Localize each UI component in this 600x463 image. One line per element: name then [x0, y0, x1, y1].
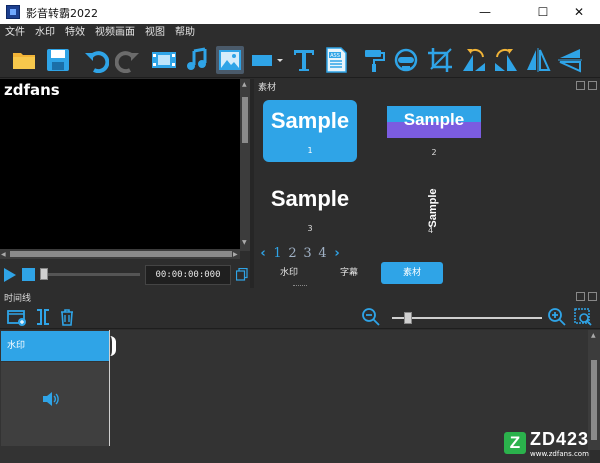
tab-subtitle[interactable]: 字幕: [318, 262, 380, 284]
sample-1-index: 1: [307, 146, 313, 155]
text-icon[interactable]: [290, 46, 318, 74]
material-pager: ‹ 1 2 3 4 ›: [256, 244, 344, 262]
redo-icon[interactable]: [114, 46, 142, 74]
preview-vertical-scroll-thumb[interactable]: [242, 97, 248, 143]
sample-1-text: Sample: [270, 108, 350, 133]
preview-horizontal-scroll-thumb[interactable]: [10, 251, 232, 257]
watermark-text: ZD423: [530, 429, 590, 449]
timecode-display: 00:00:00:000: [145, 265, 231, 285]
timeline-toolbar: [0, 305, 600, 329]
undo-icon[interactable]: [82, 46, 110, 74]
sample-3-index: 3: [307, 224, 313, 233]
playhead-line[interactable]: [109, 330, 110, 446]
save-icon[interactable]: [44, 46, 72, 74]
watermark-track-label[interactable]: 水印: [1, 331, 109, 361]
music-note-icon[interactable]: [184, 46, 212, 74]
flip-horizontal-icon[interactable]: [524, 46, 552, 74]
timeline-title: 时间线: [4, 294, 32, 304]
page-3-link[interactable]: 3: [300, 246, 315, 261]
watermark-url: www.zdfans.com: [530, 450, 589, 458]
title-bar: 影音转霸2022 — ☐ ✕: [0, 0, 600, 24]
scroll-left-icon[interactable]: ◀: [1, 251, 6, 258]
minimize-button[interactable]: —: [462, 0, 508, 24]
app-window: 影音转霸2022 — ☐ ✕ 文件 水印 特效 视频画面 视图 帮助 ASS z…: [0, 0, 600, 463]
menu-bar: 文件 水印 特效 视频画面 视图 帮助: [0, 24, 600, 42]
site-watermark: Z ZD423 www.zdfans.com: [500, 428, 600, 463]
next-page-button[interactable]: ›: [330, 246, 344, 261]
tab-material[interactable]: 素材: [381, 262, 443, 284]
mask-icon[interactable]: [392, 46, 420, 74]
preview-vertical-scrollbar[interactable]: ▲ ▼: [240, 79, 250, 251]
app-logo-icon: [6, 5, 20, 19]
material-sample-2[interactable]: Sample: [387, 106, 481, 138]
scroll-down-icon[interactable]: ▼: [242, 239, 247, 246]
menu-watermark[interactable]: 水印: [30, 24, 60, 42]
menu-help[interactable]: 帮助: [170, 24, 200, 42]
rotate-left-icon[interactable]: [460, 46, 488, 74]
scroll-up-icon[interactable]: ▲: [242, 81, 247, 88]
resize-grip[interactable]: [293, 285, 307, 287]
zoom-slider[interactable]: [392, 317, 542, 319]
menu-view[interactable]: 视图: [140, 24, 170, 42]
timeline-scroll-up-icon[interactable]: ▲: [591, 332, 596, 339]
page-2-link[interactable]: 2: [285, 246, 300, 261]
zoom-out-icon[interactable]: [362, 308, 380, 326]
seek-handle[interactable]: [40, 268, 48, 280]
sample-2-text: Sample: [403, 110, 465, 129]
seek-bar[interactable]: [40, 273, 140, 276]
material-panel-header: 素材: [254, 79, 600, 93]
rectangle-shape-icon[interactable]: [250, 46, 286, 74]
delete-icon[interactable]: [58, 308, 76, 326]
timeline-float-icon[interactable]: [576, 292, 585, 301]
panel-float-icon[interactable]: [576, 81, 585, 90]
preview-overlay-text: zdfans: [4, 81, 60, 99]
zoom-in-icon[interactable]: [548, 308, 566, 326]
subtitle-ass-icon[interactable]: ASS: [322, 46, 350, 74]
material-sample-1[interactable]: Sample 1: [263, 100, 357, 162]
preview-horizontal-scrollbar[interactable]: ◀ ▶: [0, 249, 240, 259]
open-folder-icon[interactable]: [10, 46, 38, 74]
menu-file[interactable]: 文件: [0, 24, 30, 42]
sample-2-index: 2: [431, 148, 437, 157]
page-1-link[interactable]: 1: [270, 246, 285, 261]
sample-4-index: 4: [428, 226, 434, 235]
timeline-header: 时间线: [0, 290, 600, 304]
main-toolbar: ASS: [0, 42, 600, 78]
panel-close-icon[interactable]: [588, 81, 597, 90]
page-4-link[interactable]: 4: [315, 246, 330, 261]
window-title: 影音转霸2022: [26, 7, 98, 20]
rotate-right-icon[interactable]: [492, 46, 520, 74]
video-preview[interactable]: zdfans: [0, 79, 240, 249]
add-clip-icon[interactable]: [7, 308, 27, 326]
prev-page-button[interactable]: ‹: [256, 246, 270, 261]
zoom-slider-handle[interactable]: [404, 312, 412, 324]
flip-vertical-icon[interactable]: [556, 46, 584, 74]
material-panel-title: 素材: [258, 83, 277, 93]
scroll-right-icon[interactable]: ▶: [233, 251, 238, 258]
watermark-logo: Z: [504, 432, 526, 454]
split-clip-icon[interactable]: [34, 308, 52, 326]
zoom-fit-icon[interactable]: [574, 308, 592, 326]
play-button[interactable]: [4, 268, 16, 282]
speaker-icon[interactable]: [42, 392, 60, 406]
playback-controls: 00:00:00:000: [0, 262, 250, 288]
image-icon[interactable]: [216, 46, 244, 74]
menu-video-frame[interactable]: 视频画面: [90, 24, 140, 42]
material-sample-3[interactable]: Sample: [263, 186, 357, 212]
panel-splitter[interactable]: [250, 79, 254, 288]
tab-watermark[interactable]: 水印: [258, 262, 320, 284]
close-button[interactable]: ✕: [556, 0, 600, 24]
snapshot-icon[interactable]: [236, 268, 248, 281]
paint-roller-icon[interactable]: [360, 46, 388, 74]
stop-button[interactable]: [22, 268, 35, 281]
video-clip-icon[interactable]: [150, 46, 178, 74]
timeline-close-icon[interactable]: [588, 292, 597, 301]
ass-label: ASS: [330, 53, 340, 59]
menu-effects[interactable]: 特效: [60, 24, 90, 42]
crop-icon[interactable]: [426, 46, 454, 74]
